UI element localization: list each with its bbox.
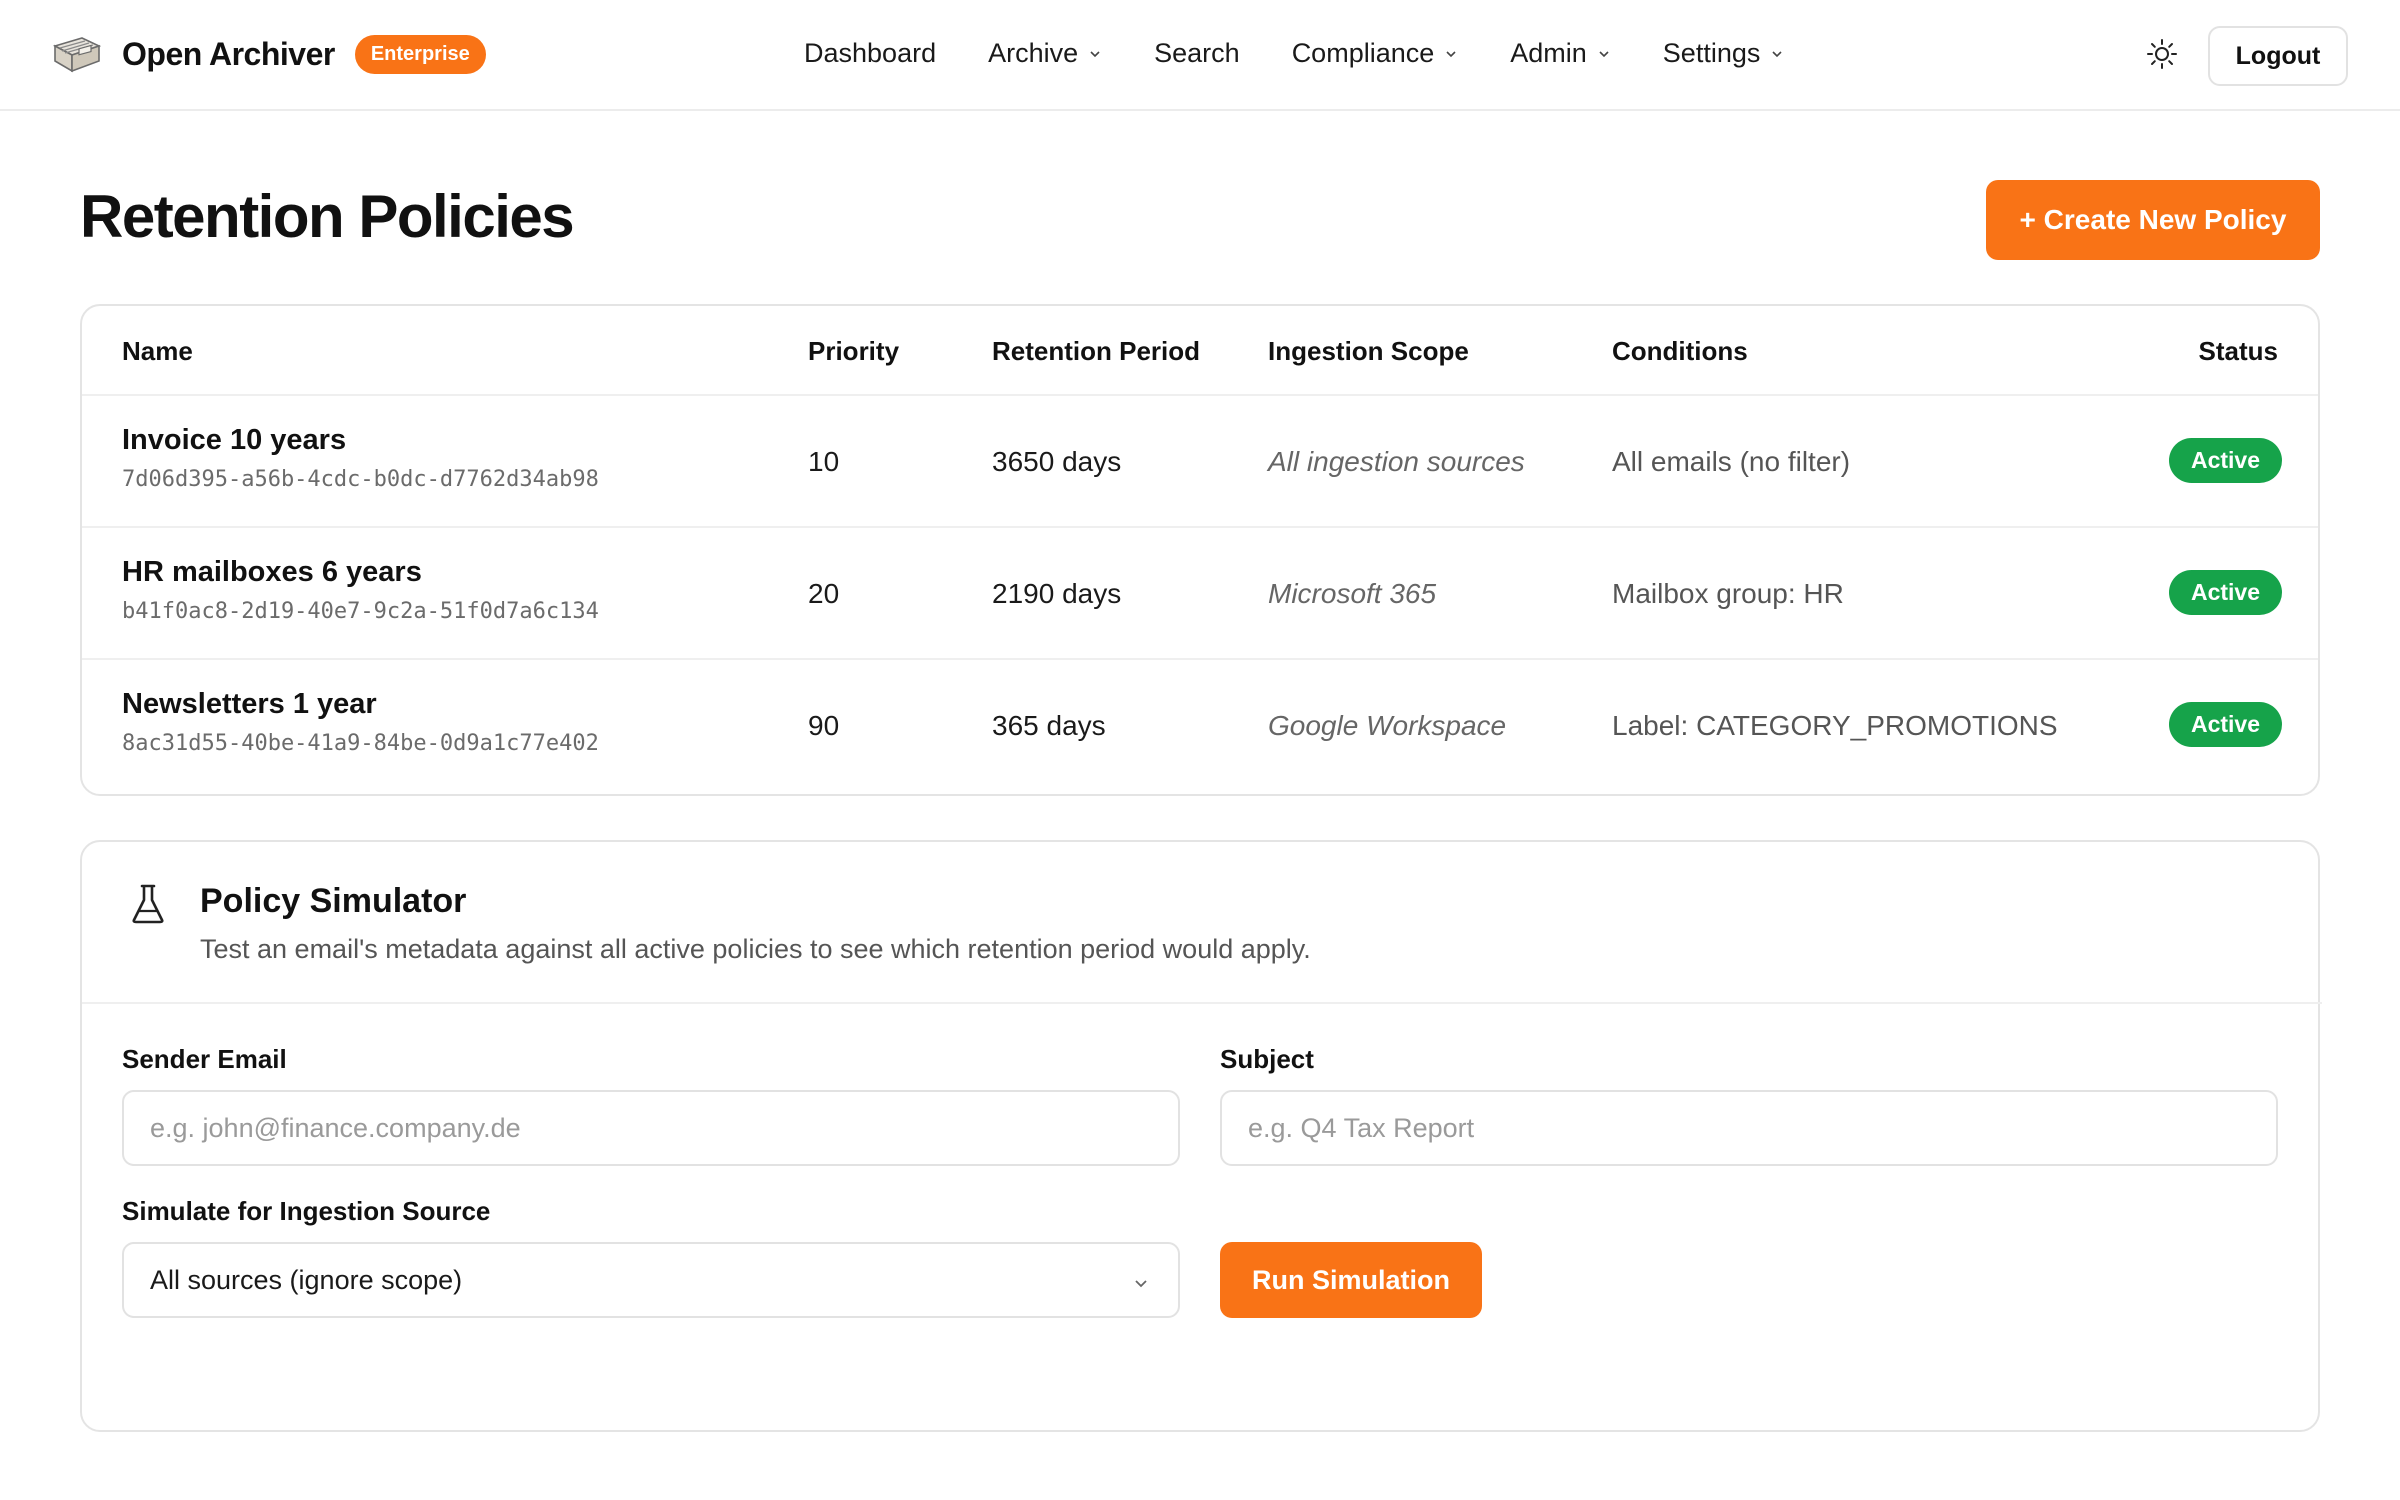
status-badge: Active [2168, 702, 2282, 747]
policy-name-cell: HR mailboxes 6 years b41f0ac8-2d19-40e7-… [122, 556, 599, 624]
brand[interactable]: Open Archiver Enterprise [52, 34, 486, 74]
chevron-down-icon [1090, 50, 1100, 57]
brand-name: Open Archiver [122, 35, 335, 72]
top-navigation-bar: Open Archiver Enterprise Dashboard Archi… [0, 0, 2400, 111]
nav-admin[interactable]: Admin [1510, 38, 1611, 69]
nav-archive[interactable]: Archive [988, 38, 1102, 69]
column-header-conditions: Conditions [1612, 336, 1748, 366]
create-new-policy-button[interactable]: + Create New Policy [1986, 180, 2320, 260]
subject-input[interactable] [1220, 1090, 2278, 1166]
column-header-ingestion-scope: Ingestion Scope [1268, 336, 1469, 366]
chevron-down-icon [1446, 50, 1456, 57]
subject-label: Subject [1220, 1044, 1314, 1074]
policy-name-cell: Invoice 10 years 7d06d395-a56b-4cdc-b0dc… [122, 424, 599, 492]
ingestion-scope-cell: Google Workspace [1268, 710, 1507, 741]
enterprise-badge: Enterprise [354, 34, 486, 74]
archive-box-logo-icon [52, 37, 102, 73]
column-header-status: Status [2198, 336, 2278, 366]
nav-settings[interactable]: Settings [1663, 38, 1785, 69]
priority-cell: 20 [808, 578, 840, 609]
conditions-cell: Mailbox group: HR [1612, 578, 1844, 609]
priority-cell: 90 [808, 710, 840, 741]
nav-label: Archive [988, 38, 1079, 68]
nav-label: Search [1154, 38, 1240, 68]
table-row[interactable]: HR mailboxes 6 years b41f0ac8-2d19-40e7-… [82, 526, 2318, 658]
nav-search[interactable]: Search [1154, 38, 1240, 69]
run-simulation-button[interactable]: Run Simulation [1220, 1242, 1482, 1318]
nav-label: Compliance [1291, 38, 1435, 68]
sender-email-label: Sender Email [122, 1044, 287, 1074]
selected-source-value: All sources (ignore scope) [150, 1264, 463, 1295]
policy-simulator-card: Policy Simulator Test an email's metadat… [80, 840, 2322, 1432]
retention-period-cell: 2190 days [992, 578, 1122, 609]
chevron-down-icon [1772, 50, 1782, 57]
policy-id: 7d06d395-a56b-4cdc-b0dc-d7762d34ab98 [122, 467, 599, 492]
status-badge: Active [2168, 438, 2282, 483]
flask-icon [132, 884, 164, 924]
policy-name[interactable]: Newsletters 1 year [122, 688, 599, 721]
ingestion-scope-cell: All ingestion sources [1268, 446, 1525, 477]
sender-email-input[interactable] [122, 1090, 1180, 1166]
conditions-cell: Label: CATEGORY_PROMOTIONS [1612, 710, 2058, 741]
ingestion-source-select[interactable]: All sources (ignore scope) [122, 1242, 1180, 1318]
column-header-name: Name [122, 336, 193, 366]
priority-cell: 10 [808, 446, 840, 477]
chevron-down-icon [1135, 1280, 1147, 1288]
column-header-retention-period: Retention Period [992, 336, 1201, 366]
ingestion-source-label: Simulate for Ingestion Source [122, 1196, 491, 1226]
nav-label: Settings [1662, 38, 1761, 68]
policy-name-cell: Newsletters 1 year 8ac31d55-40be-41a9-84… [122, 688, 599, 756]
policy-id: 8ac31d55-40be-41a9-84be-0d9a1c77e402 [122, 731, 599, 756]
ingestion-scope-cell: Microsoft 365 [1268, 578, 1437, 609]
nav-compliance[interactable]: Compliance [1292, 38, 1459, 69]
nav-dashboard[interactable]: Dashboard [804, 38, 936, 69]
table-row[interactable]: Invoice 10 years 7d06d395-a56b-4cdc-b0dc… [82, 394, 2318, 526]
main-nav: Dashboard Archive Search Compliance Admi… [804, 38, 1836, 69]
status-badge: Active [2168, 570, 2282, 615]
policies-table: Name Priority Retention Period Ingestion… [80, 304, 2320, 796]
column-header-priority: Priority [808, 336, 900, 366]
chevron-down-icon [1599, 50, 1609, 57]
policy-name[interactable]: HR mailboxes 6 years [122, 556, 599, 589]
logout-button[interactable]: Logout [2208, 26, 2348, 86]
page-title: Retention Policies [80, 183, 575, 250]
conditions-cell: All emails (no filter) [1612, 446, 1851, 477]
nav-label: Admin [1510, 38, 1587, 68]
sun-icon[interactable] [2146, 38, 2178, 70]
simulator-description: Test an email's metadata against all act… [200, 934, 1311, 964]
policy-id: b41f0ac8-2d19-40e7-9c2a-51f0d7a6c134 [122, 599, 599, 624]
table-row[interactable]: Newsletters 1 year 8ac31d55-40be-41a9-84… [82, 658, 2318, 790]
nav-label: Dashboard [804, 38, 937, 68]
retention-period-cell: 3650 days [992, 446, 1122, 477]
simulator-header: Policy Simulator Test an email's metadat… [82, 842, 2322, 1004]
policy-name[interactable]: Invoice 10 years [122, 424, 599, 457]
simulator-title: Policy Simulator [200, 882, 467, 920]
retention-period-cell: 365 days [992, 710, 1106, 741]
